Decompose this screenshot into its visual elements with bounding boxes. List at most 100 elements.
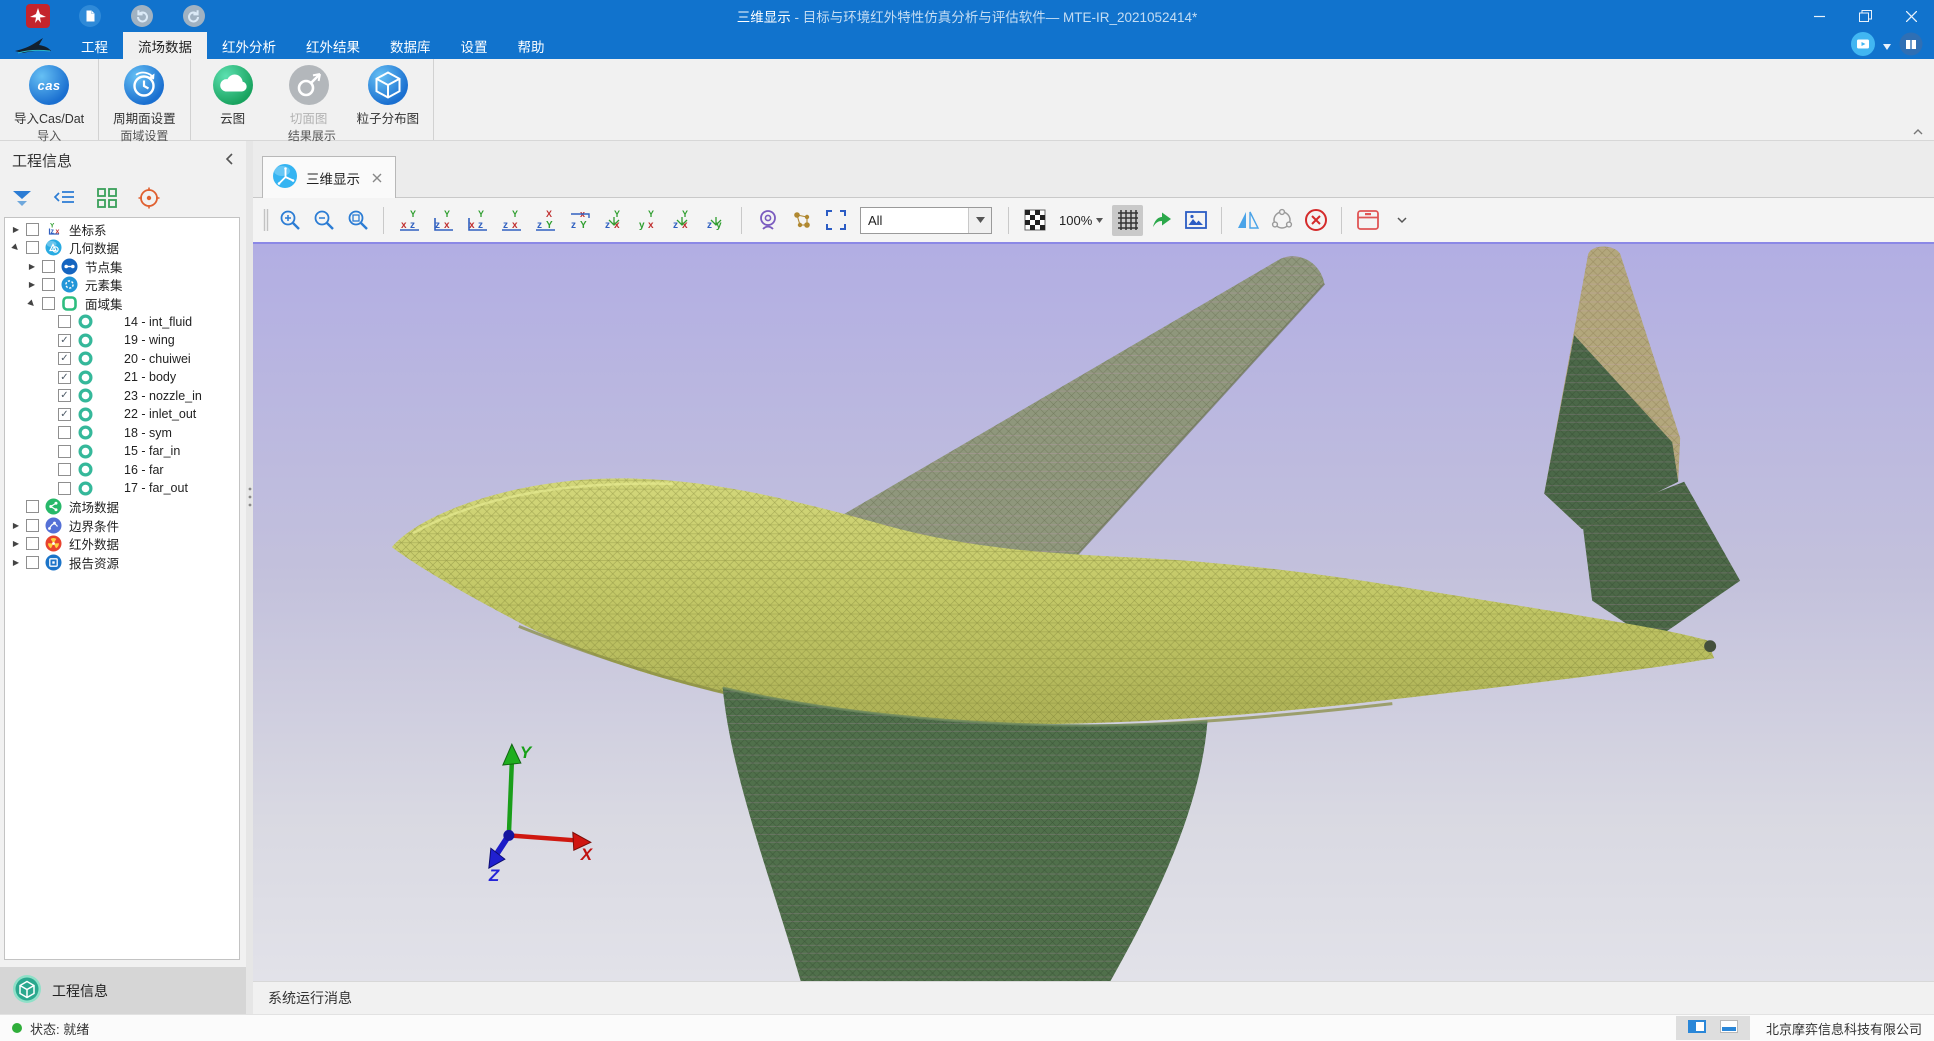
layout-bottom-icon[interactable] [1720,1020,1738,1036]
menu-item-4[interactable]: 数据库 [375,32,446,59]
tree-item-17[interactable]: ▶红外数据 [5,535,239,554]
probe-icon[interactable] [752,205,783,236]
visibility-checkbox[interactable]: ✓ [58,334,71,347]
zoom-out-icon[interactable] [308,205,339,236]
new-doc-icon[interactable] [78,4,102,28]
dropdown-caret-icon[interactable] [1883,38,1891,53]
ribbon-collapse-icon[interactable] [1912,127,1924,139]
ribbon-button-cas[interactable]: cas导入Cas/Dat [4,63,94,127]
tree-item-11[interactable]: 18 - sym [5,424,239,443]
view-iso-2-icon[interactable]: Yyx [632,205,663,236]
tree-item-16[interactable]: ▶边界条件 [5,516,239,535]
zoom-fit-icon[interactable] [342,205,373,236]
video-help-icon[interactable] [1850,31,1876,60]
tree-item-5[interactable]: 14 - int_fluid [5,313,239,332]
collapse-arrow-icon[interactable]: ▶ [24,295,40,311]
project-info-button[interactable]: 工程信息 [0,967,246,1014]
view-back-icon[interactable]: Yzx [428,205,459,236]
undo-icon[interactable] [130,4,154,28]
collapse-panel-icon[interactable] [225,152,234,169]
tree-item-12[interactable]: 15 - far_in [5,442,239,461]
layout-left-icon[interactable] [1688,1020,1706,1036]
snapshot-icon[interactable] [1180,205,1211,236]
expand-arrow-icon[interactable]: ▶ [9,539,23,548]
mirror-icon[interactable] [1232,205,1263,236]
tree-item-8[interactable]: ✓21 - body [5,368,239,387]
tree-item-2[interactable]: ▶节点集 [5,257,239,276]
tree-item-18[interactable]: ▶报告资源 [5,553,239,572]
app-icon[interactable] [26,4,50,28]
expand-arrow-icon[interactable]: ▶ [9,521,23,530]
visibility-checkbox[interactable] [42,297,55,310]
outline-list-icon[interactable] [52,185,78,211]
visibility-checkbox[interactable] [58,445,71,458]
menu-item-6[interactable]: 帮助 [503,32,560,59]
visibility-checkbox[interactable]: ✓ [58,371,71,384]
visibility-checkbox[interactable]: ✓ [58,389,71,402]
redo-icon[interactable] [182,4,206,28]
menu-item-0[interactable]: 工程 [66,32,123,59]
visibility-checkbox[interactable] [42,260,55,273]
visibility-checkbox[interactable] [26,537,39,550]
filter-icon[interactable] [10,185,36,211]
expand-arrow-icon[interactable]: ▶ [9,225,23,234]
view-front-icon[interactable]: Yxz [394,205,425,236]
locate-target-icon[interactable] [136,185,162,211]
view-top-icon[interactable]: XzY [530,205,561,236]
view-iso-3-icon[interactable]: Yzx [666,205,697,236]
tree-item-14[interactable]: 17 - far_out [5,479,239,498]
close-button[interactable] [1888,0,1934,32]
splitter-handle[interactable] [248,486,252,508]
toolbar-grip[interactable] [261,207,271,233]
menu-item-3[interactable]: 红外结果 [291,32,375,59]
minimize-button[interactable] [1796,0,1842,32]
menu-item-5[interactable]: 设置 [446,32,503,59]
export-package-icon[interactable] [1352,205,1383,236]
visibility-checkbox[interactable] [26,223,39,236]
visibility-checkbox[interactable] [58,315,71,328]
visibility-checkbox[interactable] [26,556,39,569]
tree-item-9[interactable]: ✓23 - nozzle_in [5,387,239,406]
manual-icon[interactable] [1898,31,1924,60]
visibility-checkbox[interactable] [26,500,39,513]
tree-item-6[interactable]: ✓19 - wing [5,331,239,350]
tree-item-7[interactable]: ✓20 - chuiwei [5,350,239,369]
select-region-icon[interactable] [820,205,851,236]
tree-item-13[interactable]: 16 - far [5,461,239,480]
tree-item-4[interactable]: ▶面域集 [5,294,239,313]
view-iso-1-icon[interactable]: Yzx [598,205,629,236]
ribbon-button-clock[interactable]: 周期面设置 [103,63,186,127]
combobox-dropdown-icon[interactable] [968,208,991,233]
tree-item-1[interactable]: ▶几何数据 [5,239,239,258]
tree-item-0[interactable]: ▶Yzx坐标系 [5,220,239,239]
visibility-checkbox[interactable]: ✓ [58,352,71,365]
visibility-checkbox[interactable] [58,482,71,495]
tab-close-icon[interactable] [372,173,382,183]
tree-item-10[interactable]: ✓22 - inlet_out [5,405,239,424]
viewport-3d[interactable]: Y X Z [253,244,1934,981]
menu-item-2[interactable]: 红外分析 [207,32,291,59]
ribbon-button-cloud[interactable]: 云图 [195,63,271,127]
collapse-arrow-icon[interactable]: ▶ [8,240,24,256]
tab-3d-view[interactable]: 三维显示 [262,156,396,198]
panel-splitter[interactable] [246,141,253,1014]
visibility-checkbox[interactable]: ✓ [58,408,71,421]
visibility-checkbox[interactable] [26,241,39,254]
expand-arrow-icon[interactable]: ▶ [9,558,23,567]
zoom-in-icon[interactable] [274,205,305,236]
tree-item-3[interactable]: ▶元素集 [5,276,239,295]
particle-trace-icon[interactable] [786,205,817,236]
view-bottom-icon[interactable]: xzY [564,205,595,236]
view-left-icon[interactable]: Yxz [462,205,493,236]
ribbon-button-cube[interactable]: 粒子分布图 [347,63,430,127]
transparency-icon[interactable] [1019,205,1050,236]
visibility-checkbox[interactable] [58,426,71,439]
view-right-icon[interactable]: Yzx [496,205,527,236]
visibility-checkbox[interactable] [58,463,71,476]
share-view-icon[interactable] [1146,205,1177,236]
display-filter-combobox[interactable]: All [860,207,992,234]
menu-item-1[interactable]: 流场数据 [123,32,207,59]
cloud-compare-icon[interactable] [1266,205,1297,236]
view-iso-4-icon[interactable]: zy [700,205,731,236]
restore-button[interactable] [1842,0,1888,32]
